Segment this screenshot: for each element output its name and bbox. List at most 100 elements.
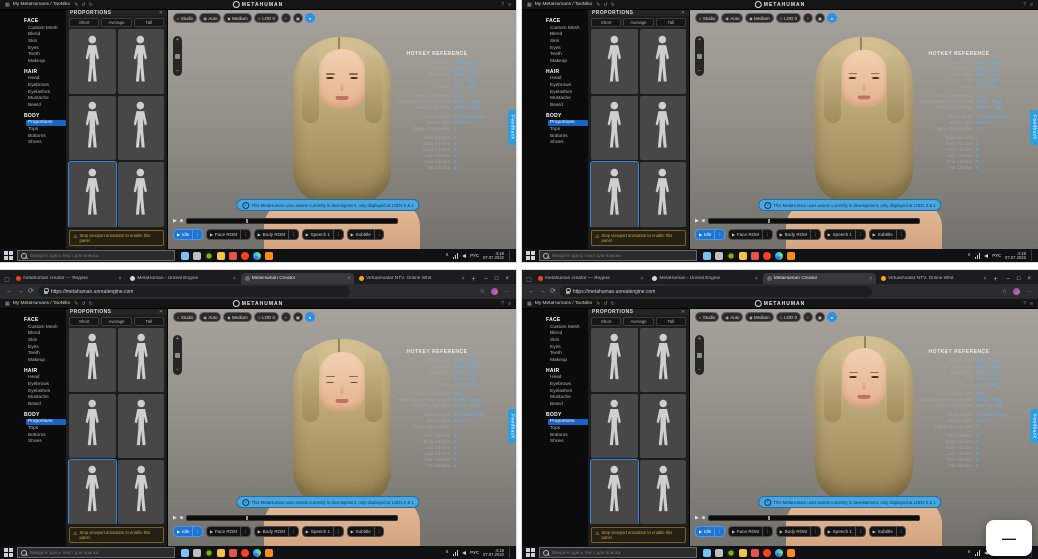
preview-toggle-button[interactable]: ● [826,13,837,23]
sidebar-item[interactable]: Teeth [548,51,588,58]
animation-button[interactable]: ▶ Idle ⋮ [695,526,725,537]
window-maximize-button[interactable]: □ [495,276,499,282]
tab-close-icon[interactable]: × [869,276,872,282]
tab-search-icon[interactable]: ▢ [2,274,12,284]
slider-handle[interactable] [697,352,702,358]
geforce-icon[interactable] [205,548,213,557]
stop-icon[interactable]: ■ [702,218,705,224]
body-preset-thumbnail[interactable] [639,162,686,227]
tab-close-icon[interactable]: × [462,276,465,282]
browser-tab[interactable]: VirtualAvatar NTV. Online Whit × [877,273,990,284]
anim-options-icon[interactable]: ⋮ [289,529,298,535]
menu-icon[interactable]: ≡ [508,301,511,307]
volume-icon[interactable] [984,253,989,258]
body-preset-thumbnail[interactable] [117,393,164,458]
animation-button[interactable]: ▶ Speech 1 ⋮ [823,526,866,537]
screenshot-icon[interactable]: ▣ [292,13,303,23]
task-view-icon[interactable] [715,251,723,260]
yandex-browser-icon[interactable] [763,251,771,260]
animation-button[interactable]: ▶ Idle ⋮ [173,526,203,537]
profile-avatar[interactable] [1013,288,1020,295]
yandex-browser-icon[interactable] [763,548,771,557]
redo-icon[interactable]: ↻ [89,2,93,8]
sidebar-item[interactable]: Eyebrows [26,381,66,388]
widgets-weather-icon[interactable] [703,251,711,260]
start-button[interactable] [3,547,14,558]
search-input[interactable] [552,253,693,258]
animation-button[interactable]: ▶ Face ROM ⋮ [727,526,773,537]
anim-options-icon[interactable]: ⋮ [289,232,298,238]
task-view-icon[interactable] [193,251,201,260]
sidebar-item[interactable]: Skin [26,337,66,344]
defender-icon[interactable] [229,251,237,260]
task-view-icon[interactable] [715,548,723,557]
defender-icon[interactable] [751,548,759,557]
stop-icon[interactable]: ■ [180,515,183,521]
yandex-browser-icon[interactable] [241,548,249,557]
body-preset-thumbnail[interactable] [591,328,638,392]
defender-icon[interactable] [751,251,759,260]
unreal-app-icon[interactable] [787,251,795,260]
anim-options-icon[interactable]: ⋮ [763,529,772,535]
explorer-icon[interactable] [217,548,225,557]
new-tab-button[interactable]: + [469,274,479,284]
body-preset-thumbnail[interactable] [591,95,638,161]
anim-options-icon[interactable]: ⋮ [811,232,820,238]
sidebar-item[interactable]: Eyelashes [26,388,66,395]
camera-zoom-slider[interactable]: + − [695,335,704,375]
browser-tab[interactable]: MetaHuman - Unreal Engine × [648,273,761,284]
anim-options-icon[interactable]: ⋮ [897,232,906,238]
taskbar-clock[interactable]: 4:19 07.07.2022 [483,548,504,558]
sidebar-item[interactable]: Eyelashes [548,89,588,96]
anim-options-icon[interactable]: ⋮ [193,529,202,535]
geforce-icon[interactable] [727,548,735,557]
sidebar-item[interactable]: Bottoms [26,432,66,439]
anim-options-icon[interactable]: ⋮ [334,232,343,238]
menu-icon[interactable]: ≡ [508,2,511,8]
taskbar-search[interactable] [17,547,175,558]
sidebar-item[interactable]: Eyes [548,344,588,351]
body-preset-thumbnail[interactable] [69,29,116,94]
tab-close-icon[interactable]: × [640,276,643,282]
animation-button[interactable]: ▶ Subtitle ⋮ [868,526,907,537]
sidebar-item[interactable]: Tops [548,126,588,133]
sidebar-item[interactable]: Mustache [548,95,588,102]
height-tab[interactable]: Average [623,317,654,326]
network-icon[interactable] [974,549,981,556]
viewport-toolbar-button[interactable]: ◐ Studio [695,13,720,23]
body-preset-thumbnail[interactable] [117,459,164,524]
animation-button[interactable]: ▶ Body ROM ⋮ [253,229,299,240]
body-preset-thumbnail[interactable] [591,393,638,458]
body-preset-thumbnail[interactable] [117,95,164,161]
camera-zoom-slider[interactable]: + − [173,335,182,375]
timeline-scrubber[interactable] [707,515,920,521]
sidebar-item[interactable]: Custom Mesh [26,324,66,331]
action-center-button[interactable] [1031,250,1035,261]
anim-options-icon[interactable]: ⋮ [241,529,250,535]
browser-tab[interactable]: metahuman creator — Яндекс × [534,273,647,284]
volume-icon[interactable] [462,550,467,555]
forward-icon[interactable]: → [539,288,546,295]
tab-search-icon[interactable]: ▢ [524,274,534,284]
height-tab[interactable]: Tall [133,317,164,326]
forward-icon[interactable]: → [17,288,24,295]
body-preset-thumbnail[interactable] [68,161,117,227]
sidebar-item[interactable]: Bottoms [548,432,588,439]
window-close-button[interactable]: × [1027,276,1031,282]
floating-minimize-card[interactable]: — [986,520,1032,556]
sidebar-item[interactable]: Skin [548,38,588,45]
widgets-weather-icon[interactable] [181,548,189,557]
height-tab[interactable]: Short [591,18,622,28]
play-icon[interactable]: ▶ [173,218,177,224]
viewport-toolbar-button[interactable]: ◇ LOD 0 [775,13,801,23]
viewport[interactable]: ◐ Studio ◉ Auto ◆ Medium ◇ LOD 0 + ▣ ● +… [168,309,516,546]
browser-tab[interactable]: VirtualAvatar NTV. Online Whit × [355,273,468,284]
rename-pencil-icon[interactable]: ✎ [74,2,78,8]
sidebar-item[interactable]: Blend [548,32,588,39]
animation-button[interactable]: ▶ Body ROM ⋮ [253,526,299,537]
anim-options-icon[interactable]: ⋮ [193,232,202,238]
help-icon[interactable]: ? [1023,2,1026,8]
breadcrumb[interactable]: My MetaHumans / TaoNiko [535,301,593,306]
tray-caret-icon[interactable]: ∧ [445,253,449,258]
body-preset-thumbnail[interactable] [639,95,686,161]
